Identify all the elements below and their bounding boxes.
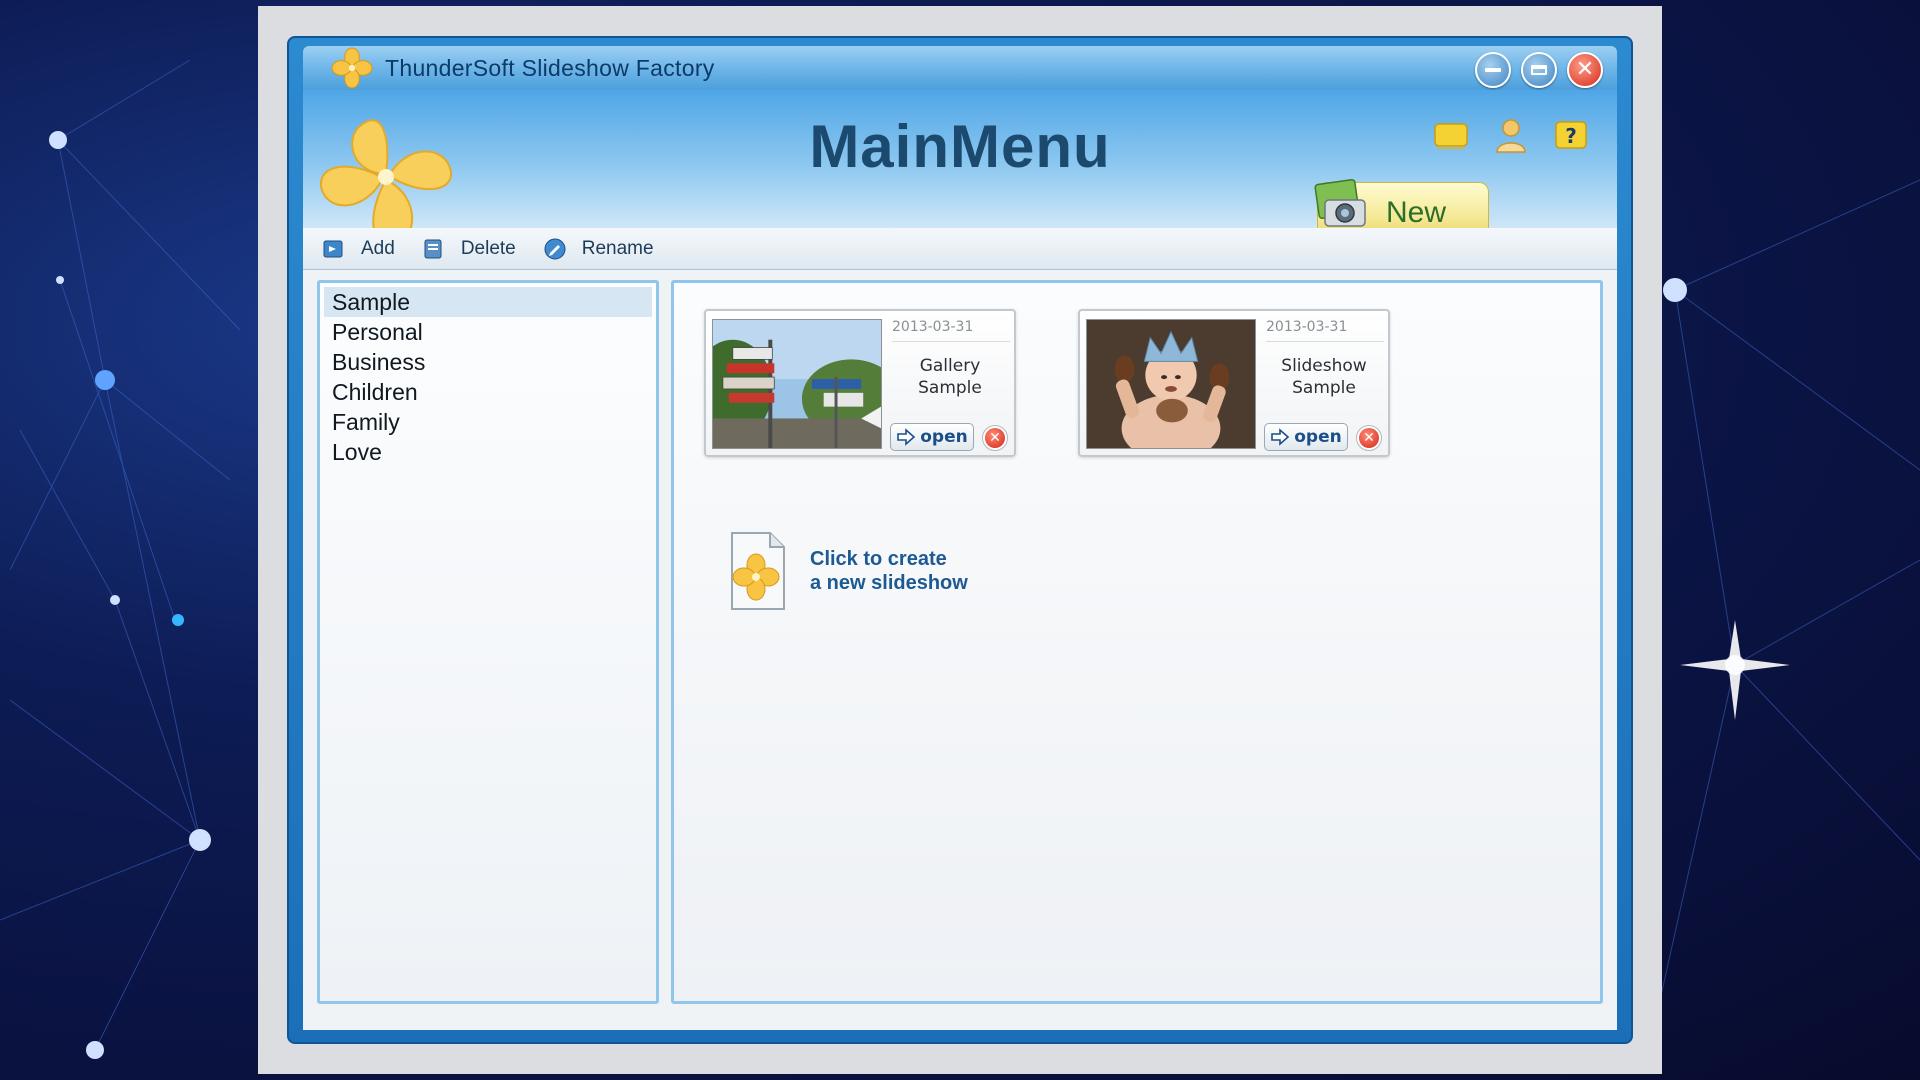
category-item-business[interactable]: Business (324, 347, 652, 377)
create-new-line2: a new slideshow (810, 572, 968, 594)
category-item-personal[interactable]: Personal (324, 317, 652, 347)
project-name: Gallery Sample (918, 356, 982, 398)
delete-project-button[interactable]: ✕ (1356, 425, 1382, 451)
close-button[interactable]: ✕ (1567, 52, 1603, 88)
close-icon: ✕ (985, 428, 1005, 448)
baby-photo-icon (1087, 320, 1255, 448)
window-title: ThunderSoft Slideshow Factory (385, 54, 715, 81)
camera-icon (1314, 178, 1366, 227)
app-window: ThunderSoft Slideshow Factory ✕ MainMenu (287, 36, 1633, 1044)
project-card-gallery-sample: 2013-03-31 Gallery Sample open ✕ (704, 309, 1016, 457)
open-label: open (920, 427, 968, 447)
delete-project-button[interactable]: ✕ (982, 425, 1008, 451)
category-item-children[interactable]: Children (324, 377, 652, 407)
message-icon[interactable] (1431, 116, 1471, 156)
minimize-icon (1485, 68, 1501, 72)
project-card-slideshow-sample: 2013-03-31 Slideshow Sample open ✕ (1078, 309, 1390, 457)
street-signs-photo-icon (713, 320, 881, 448)
category-item-sample[interactable]: Sample (324, 287, 652, 317)
arrow-right-icon (1271, 428, 1290, 446)
arrow-right-icon (897, 428, 916, 446)
new-tab-label: New (1386, 195, 1447, 229)
project-date: 2013-03-31 (1266, 319, 1384, 342)
rename-category-button[interactable]: Rename (542, 236, 654, 262)
project-date: 2013-03-31 (892, 319, 1010, 342)
projects-panel: 2013-03-31 Gallery Sample open ✕ 2013-03… (671, 280, 1603, 1004)
open-project-button[interactable]: open (890, 423, 974, 451)
delete-category-button[interactable]: Delete (421, 236, 516, 262)
open-label: open (1294, 427, 1342, 447)
rename-icon (544, 238, 566, 259)
minimize-button[interactable] (1475, 52, 1511, 88)
project-thumbnail[interactable] (1086, 319, 1256, 449)
help-icon[interactable]: ? (1551, 116, 1591, 156)
project-thumbnail[interactable] (712, 319, 882, 449)
delete-label: Delete (460, 237, 516, 259)
new-slideshow-tab[interactable]: New (1314, 178, 1489, 229)
header-icon-group: ? (1431, 116, 1591, 156)
title-bar[interactable]: ThunderSoft Slideshow Factory ✕ (303, 46, 1617, 90)
add-label: Add (361, 237, 395, 259)
category-toolbar: Add Delete Rename (303, 228, 1617, 270)
category-list[interactable]: Sample Personal Business Children Family… (317, 280, 659, 1004)
maximize-icon (1531, 65, 1547, 75)
new-document-clover-icon (731, 532, 785, 610)
project-name: Slideshow Sample (1281, 356, 1367, 398)
create-new-slideshow-link[interactable]: Click to create a new slideshow (726, 529, 968, 613)
page-title: MainMenu (809, 113, 1111, 180)
svg-text:?: ? (1565, 124, 1577, 148)
user-icon[interactable] (1491, 116, 1531, 156)
add-category-button[interactable]: Add (321, 236, 395, 262)
rename-label: Rename (581, 237, 654, 259)
create-new-line1: Click to create (810, 548, 947, 570)
category-item-family[interactable]: Family (324, 407, 652, 437)
main-menu-header: MainMenu ? New (303, 90, 1617, 228)
add-icon (323, 240, 343, 257)
maximize-button[interactable] (1521, 52, 1557, 88)
window-controls: ✕ (1475, 52, 1603, 88)
clover-logo-icon (331, 47, 373, 89)
close-icon: ✕ (1359, 428, 1379, 448)
main-content: Sample Personal Business Children Family… (303, 270, 1617, 1030)
close-icon: ✕ (1575, 57, 1595, 82)
open-project-button[interactable]: open (1264, 423, 1348, 451)
delete-icon (424, 239, 442, 258)
category-item-love[interactable]: Love (324, 437, 652, 467)
